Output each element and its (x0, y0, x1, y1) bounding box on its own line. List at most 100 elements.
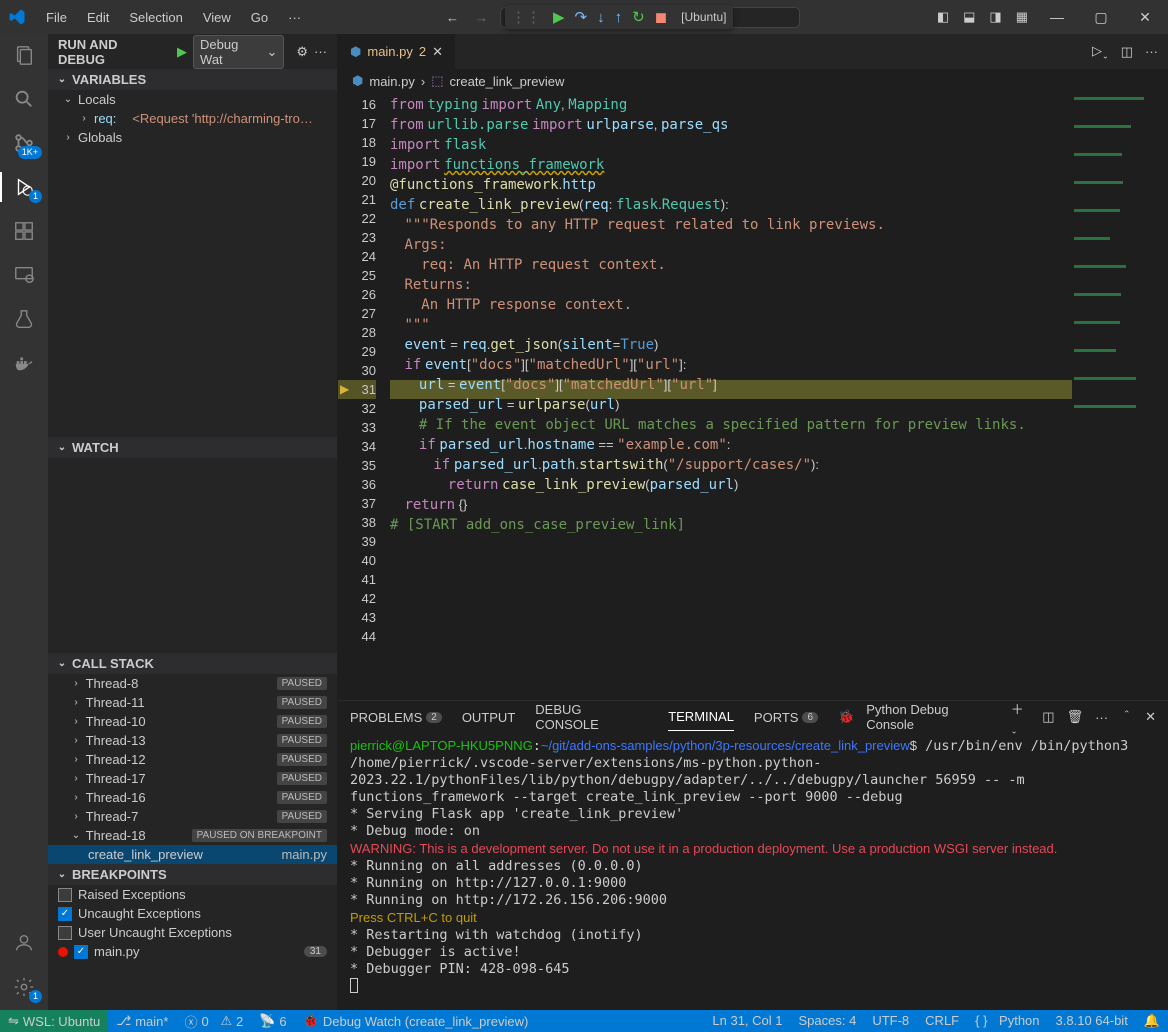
run-debug-icon[interactable]: 1 (11, 174, 37, 200)
docker-icon[interactable] (11, 350, 37, 376)
close-tab-icon[interactable]: ✕ (432, 44, 443, 60)
variable-req[interactable]: ›req: <Request 'http://charming-tro… (48, 109, 337, 128)
layout-customize-icon[interactable]: ▦ (1016, 9, 1028, 25)
thread-row[interactable]: › Thread-7PAUSED (48, 807, 337, 826)
window-minimize[interactable]: — (1042, 9, 1072, 25)
layout-primary-icon[interactable]: ◧ (937, 9, 949, 25)
remote-explorer-icon[interactable] (11, 262, 37, 288)
section-breakpoints[interactable]: ⌄BREAKPOINTS (48, 864, 337, 885)
explorer-icon[interactable] (11, 42, 37, 68)
split-terminal-icon[interactable]: ◫ (1042, 709, 1054, 725)
eol[interactable]: CRLF (917, 1013, 967, 1028)
window-close[interactable]: ✕ (1130, 9, 1160, 26)
warning-icon: ⚠ (220, 1013, 232, 1029)
terminal-output[interactable]: pierrick@LAPTOP-HKU5PNNG:~/git/add-ons-s… (338, 733, 1168, 1010)
search-icon[interactable] (11, 86, 37, 112)
menu-overflow[interactable]: ··· (280, 6, 309, 29)
settings-gear-icon[interactable]: 1 (11, 974, 37, 1000)
globals-node[interactable]: ›Globals (48, 128, 337, 147)
code-editor[interactable]: ▶ 16171819202122232425262728293031323334… (338, 93, 1168, 700)
nav-back-icon[interactable]: ← (446, 10, 459, 25)
indentation[interactable]: Spaces: 4 (791, 1013, 865, 1028)
layout-panel-icon[interactable]: ⬓ (963, 9, 975, 25)
locals-node[interactable]: ⌄Locals (48, 90, 337, 109)
thread-row[interactable]: › Thread-17PAUSED (48, 769, 337, 788)
thread-row[interactable]: ⌄ Thread-18PAUSED ON BREAKPOINT (48, 826, 337, 845)
terminal-shell-label[interactable]: Python Debug Console (866, 702, 998, 732)
breadcrumb[interactable]: ⬢ main.py› ⬚ create_link_preview (338, 69, 1168, 93)
thread-row[interactable]: › Thread-12PAUSED (48, 750, 337, 769)
new-terminal-icon[interactable]: ＋⌄ (1011, 699, 1031, 736)
debug-status[interactable]: 🐞Debug Watch (create_link_preview) (295, 1010, 537, 1032)
thread-row[interactable]: › Thread-8PAUSED (48, 674, 337, 693)
encoding[interactable]: UTF-8 (864, 1013, 917, 1028)
editor-tabs: ⬢ main.py 2 ✕ ▷⌄ ◫ ··· (338, 34, 1168, 69)
source-control-icon[interactable]: 1K+ (11, 130, 37, 156)
nav-forward-icon[interactable]: → (475, 10, 488, 25)
window-maximize[interactable]: ▢ (1086, 9, 1116, 26)
menu-go[interactable]: Go (243, 6, 276, 29)
tab-ports[interactable]: PORTS6 (754, 704, 818, 731)
thread-row[interactable]: › Thread-16PAUSED (48, 788, 337, 807)
accounts-icon[interactable] (11, 930, 37, 956)
drag-grip-icon[interactable]: ⋮⋮ (511, 8, 541, 26)
stop-icon[interactable]: ◼ (655, 8, 667, 26)
tab-debug-console[interactable]: DEBUG CONSOLE (535, 696, 648, 738)
sidebar-title: RUN AND DEBUG (58, 37, 165, 67)
maximize-panel-icon[interactable]: ＾ (1120, 708, 1133, 727)
language-mode[interactable]: { } Python (967, 1013, 1047, 1028)
close-panel-icon[interactable]: ✕ (1145, 709, 1156, 725)
extensions-icon[interactable] (11, 218, 37, 244)
kill-terminal-icon[interactable]: 🗑 (1067, 709, 1084, 725)
section-variables[interactable]: ⌄VARIABLES (48, 69, 337, 90)
breakpoints-list: Raised Exceptions✓Uncaught ExceptionsUse… (48, 885, 337, 961)
activity-bar: 1K+ 1 1 (0, 34, 48, 1010)
remote-icon: ⇋ (8, 1013, 19, 1029)
step-out-icon[interactable]: ↑ (615, 9, 623, 26)
python-interpreter[interactable]: 3.8.10 64-bit (1048, 1013, 1136, 1028)
remote-indicator[interactable]: ⇋WSL: Ubuntu (0, 1010, 108, 1032)
start-debug-icon[interactable]: ▶ (177, 44, 187, 60)
restart-icon[interactable]: ↻ (632, 8, 645, 26)
more-icon[interactable]: ··· (314, 44, 327, 59)
tab-terminal[interactable]: TERMINAL (668, 703, 734, 731)
notifications-icon[interactable]: 🔔 (1136, 1013, 1168, 1029)
ports-status[interactable]: 📡6 (251, 1010, 294, 1032)
cursor-position[interactable]: Ln 31, Col 1 (704, 1013, 790, 1028)
menu-view[interactable]: View (195, 6, 239, 29)
debug-toolbar[interactable]: ⋮⋮ ▶ ↷ ↓ ↑ ↻ ◼ [Ubuntu] (505, 5, 733, 29)
run-icon[interactable]: ▷⌄ (1092, 43, 1109, 61)
file-breakpoint[interactable]: ✓main.py31 (48, 942, 337, 961)
exception-bp[interactable]: Raised Exceptions (48, 885, 337, 904)
tab-output[interactable]: OUTPUT (462, 704, 515, 731)
stack-frame[interactable]: create_link_previewmain.py (48, 845, 337, 864)
tab-more-icon[interactable]: ··· (1145, 44, 1158, 59)
execution-pointer-icon: ▶ (340, 382, 352, 396)
tab-main-py[interactable]: ⬢ main.py 2 ✕ (338, 34, 456, 69)
section-watch[interactable]: ⌄WATCH (48, 437, 337, 458)
gear-icon[interactable]: ⚙ (296, 44, 308, 60)
terminal-more-icon[interactable]: ··· (1095, 710, 1108, 725)
problems-status[interactable]: ⓧ0 ⚠2 (176, 1010, 251, 1032)
step-into-icon[interactable]: ↓ (597, 9, 605, 26)
tab-problems[interactable]: PROBLEMS2 (350, 704, 442, 731)
git-branch[interactable]: ⎇main* (108, 1010, 176, 1032)
testing-icon[interactable] (11, 306, 37, 332)
continue-icon[interactable]: ▶ (553, 8, 565, 26)
thread-row[interactable]: › Thread-11PAUSED (48, 693, 337, 712)
section-callstack[interactable]: ⌄CALL STACK (48, 653, 337, 674)
minimap[interactable] (1072, 93, 1168, 700)
thread-row[interactable]: › Thread-10PAUSED (48, 712, 337, 731)
layout-secondary-icon[interactable]: ◨ (989, 9, 1001, 25)
step-over-icon[interactable]: ↷ (575, 8, 588, 26)
split-editor-icon[interactable]: ◫ (1121, 44, 1133, 60)
thread-row[interactable]: › Thread-13PAUSED (48, 731, 337, 750)
code-content[interactable]: from typing import Any, Mappingfrom urll… (390, 93, 1072, 700)
exception-bp[interactable]: ✓Uncaught Exceptions (48, 904, 337, 923)
debug-config-dropdown[interactable]: Debug Wat⌄ (193, 35, 284, 69)
menu-edit[interactable]: Edit (79, 6, 117, 29)
exception-bp[interactable]: User Uncaught Exceptions (48, 923, 337, 942)
menu-file[interactable]: File (38, 6, 75, 29)
menu-selection[interactable]: Selection (121, 6, 190, 29)
status-bar: ⇋WSL: Ubuntu ⎇main* ⓧ0 ⚠2 📡6 🐞Debug Watc… (0, 1010, 1168, 1032)
